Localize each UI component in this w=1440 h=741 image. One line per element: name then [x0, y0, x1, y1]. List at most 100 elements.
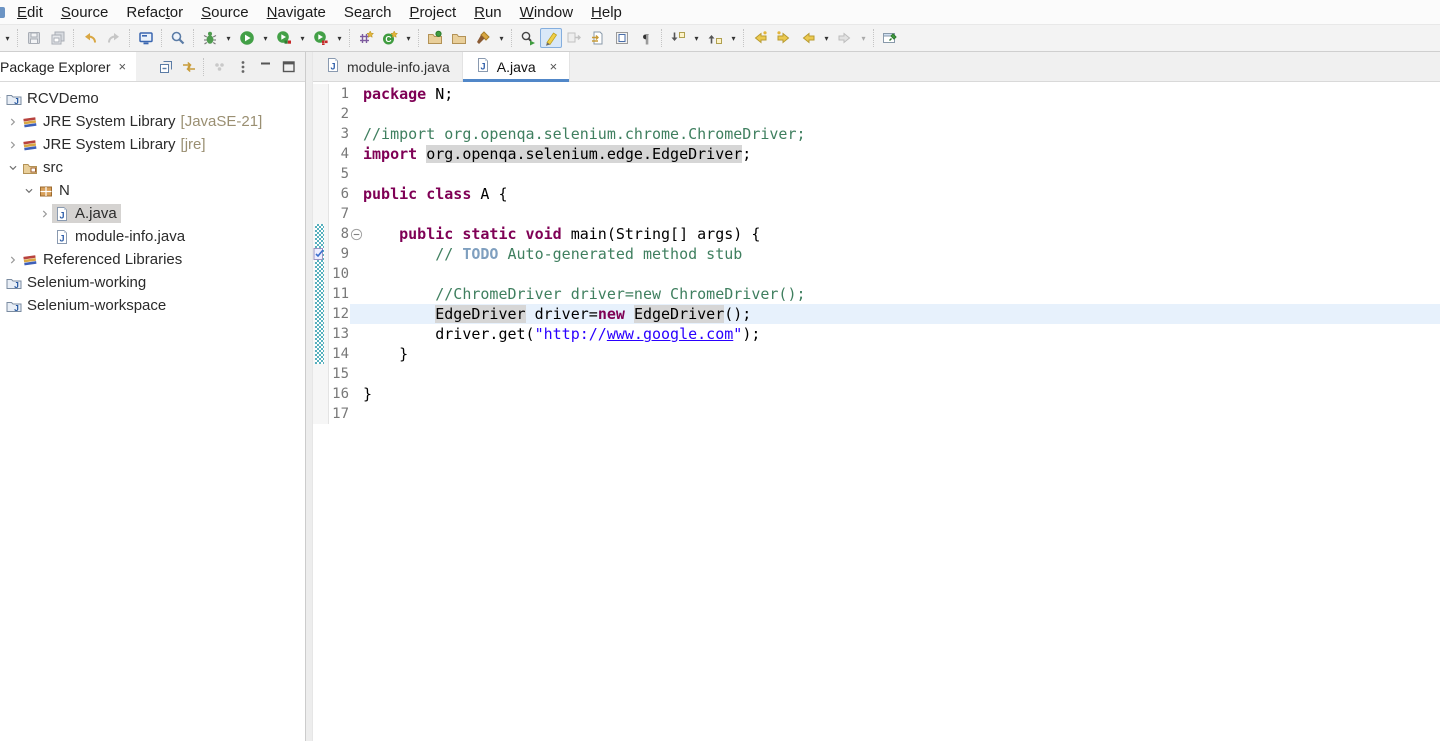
task-marker-icon[interactable]	[313, 247, 325, 266]
code-line-12[interactable]: 12 EdgeDriver driver=new EdgeDriver();	[313, 304, 1440, 324]
previous-annotation-button[interactable]	[703, 27, 727, 49]
clean-up-dropdown[interactable]: ▾	[495, 27, 508, 49]
fold-collapse-icon[interactable]	[350, 224, 363, 244]
mark-occurrences-button[interactable]	[540, 28, 562, 48]
code-text[interactable]: }	[363, 384, 1440, 404]
close-icon[interactable]: ×	[119, 59, 127, 74]
menu-item-help[interactable]: Help	[582, 2, 631, 23]
code-text[interactable]: public static void main(String[] args) {	[363, 224, 1440, 244]
focus-task-button[interactable]	[208, 56, 231, 78]
menu-item-window[interactable]: Window	[511, 2, 582, 23]
code-line-3[interactable]: 3//import org.openqa.selenium.chrome.Chr…	[313, 124, 1440, 144]
maximize-button[interactable]	[277, 56, 300, 78]
run-button[interactable]	[235, 27, 259, 49]
code-text[interactable]: import org.openqa.selenium.edge.EdgeDriv…	[363, 144, 1440, 164]
code-editor[interactable]: 1package N;23//import org.openqa.seleniu…	[313, 82, 1440, 741]
code-text[interactable]	[363, 264, 1440, 284]
annotation-ruler[interactable]	[313, 364, 329, 384]
annotation-ruler[interactable]	[313, 144, 329, 164]
chevron-right-icon[interactable]	[6, 252, 20, 268]
annotation-ruler[interactable]	[313, 104, 329, 124]
link-with-editor-button[interactable]	[177, 56, 200, 78]
run-dropdown[interactable]: ▾	[259, 27, 272, 49]
code-line-5[interactable]: 5	[313, 164, 1440, 184]
code-text[interactable]	[363, 164, 1440, 184]
code-text[interactable]: public class A {	[363, 184, 1440, 204]
annotation-ruler[interactable]	[313, 84, 329, 104]
new-java-class-button[interactable]: C	[378, 27, 402, 49]
tree-item-selenium-working[interactable]: JSelenium-working	[0, 271, 305, 294]
code-text[interactable]: package N;	[363, 84, 1440, 104]
debug-dropdown[interactable]: ▾	[222, 27, 235, 49]
profile-dropdown[interactable]: ▾	[333, 27, 346, 49]
tree-item-n[interactable]: N	[0, 179, 305, 202]
save-all-button[interactable]	[46, 27, 70, 49]
show-source-button[interactable]	[610, 27, 634, 49]
minimize-button[interactable]	[254, 56, 277, 78]
debug-button[interactable]	[198, 27, 222, 49]
previous-annotation-dropdown[interactable]: ▾	[727, 27, 740, 49]
tree-item-jre-system-library[interactable]: JRE System Library[JavaSE-21]	[0, 110, 305, 133]
new-java-class-dropdown[interactable]: ▾	[402, 27, 415, 49]
back-dropdown[interactable]: ▾	[820, 27, 833, 49]
code-text[interactable]: EdgeDriver driver=new EdgeDriver();	[363, 304, 1440, 324]
code-text[interactable]: //import org.openqa.selenium.chrome.Chro…	[363, 124, 1440, 144]
code-line-2[interactable]: 2	[313, 104, 1440, 124]
editor-tab-a-java[interactable]: JA.java×	[463, 52, 571, 81]
coverage-button[interactable]	[272, 27, 296, 49]
code-text[interactable]: }	[363, 344, 1440, 364]
menu-item-edit[interactable]: Edit	[8, 2, 52, 23]
annotation-ruler[interactable]	[313, 264, 329, 284]
tree-item-src[interactable]: src	[0, 156, 305, 179]
annotation-ruler[interactable]	[313, 384, 329, 404]
code-text[interactable]	[363, 204, 1440, 224]
code-line-6[interactable]: 6public class A {	[313, 184, 1440, 204]
clean-up-button[interactable]	[471, 27, 495, 49]
chevron-right-icon[interactable]	[6, 137, 20, 153]
next-match-button[interactable]	[562, 27, 586, 49]
annotation-ruler[interactable]	[313, 324, 329, 344]
code-line-8[interactable]: 8 public static void main(String[] args)…	[313, 224, 1440, 244]
redo-button[interactable]	[102, 27, 126, 49]
chevron-right-icon[interactable]	[38, 206, 52, 222]
chevron-right-icon[interactable]	[6, 114, 20, 130]
code-line-15[interactable]: 15	[313, 364, 1440, 384]
tree-item-selenium-workspace[interactable]: JSelenium-workspace	[0, 294, 305, 317]
tree-item-referenced-libraries[interactable]: Referenced Libraries	[0, 248, 305, 271]
annotation-ruler[interactable]	[313, 124, 329, 144]
view-menu-button[interactable]	[231, 56, 254, 78]
annotation-ruler[interactable]	[313, 304, 329, 324]
tree-item-rcvdemo[interactable]: JRCVDemo	[0, 87, 305, 110]
menu-item-project[interactable]: Project	[400, 2, 465, 23]
pin-editor-button[interactable]	[878, 27, 902, 49]
menu-item-refactor[interactable]: Refactor	[117, 2, 192, 23]
code-text[interactable]: //ChromeDriver driver=new ChromeDriver()…	[363, 284, 1440, 304]
code-line-7[interactable]: 7	[313, 204, 1440, 224]
editor-tab-module-info-java[interactable]: Jmodule-info.java	[313, 52, 463, 81]
chevron-down-icon[interactable]	[6, 160, 20, 176]
annotation-ruler[interactable]	[313, 184, 329, 204]
annotation-ruler[interactable]	[313, 284, 329, 304]
code-line-16[interactable]: 16}	[313, 384, 1440, 404]
code-text[interactable]: // TODO Auto-generated method stub	[363, 244, 1440, 264]
chevron-down-icon[interactable]	[22, 183, 36, 199]
annotation-ruler[interactable]	[313, 164, 329, 184]
annotation-ruler[interactable]	[313, 344, 329, 364]
code-line-1[interactable]: 1package N;	[313, 84, 1440, 104]
new-wizard-menu-dropdown[interactable]: ▾	[1, 27, 14, 49]
coverage-dropdown[interactable]: ▾	[296, 27, 309, 49]
annotation-ruler[interactable]	[313, 224, 329, 244]
code-line-10[interactable]: 10	[313, 264, 1440, 284]
collapse-all-button[interactable]	[154, 56, 177, 78]
back-button[interactable]	[796, 27, 820, 49]
new-java-project-button[interactable]	[354, 27, 378, 49]
save-button[interactable]	[22, 27, 46, 49]
next-annotation-dropdown[interactable]: ▾	[690, 27, 703, 49]
code-line-11[interactable]: 11 //ChromeDriver driver=new ChromeDrive…	[313, 284, 1440, 304]
menu-item-navigate[interactable]: Navigate	[258, 2, 335, 23]
code-line-14[interactable]: 14 }	[313, 344, 1440, 364]
tree-item-a-java[interactable]: JA.java	[0, 202, 305, 225]
last-edit-location-button[interactable]	[748, 27, 772, 49]
tree-item-jre-system-library[interactable]: JRE System Library[jre]	[0, 133, 305, 156]
link-with-editor-file-button[interactable]	[586, 27, 610, 49]
